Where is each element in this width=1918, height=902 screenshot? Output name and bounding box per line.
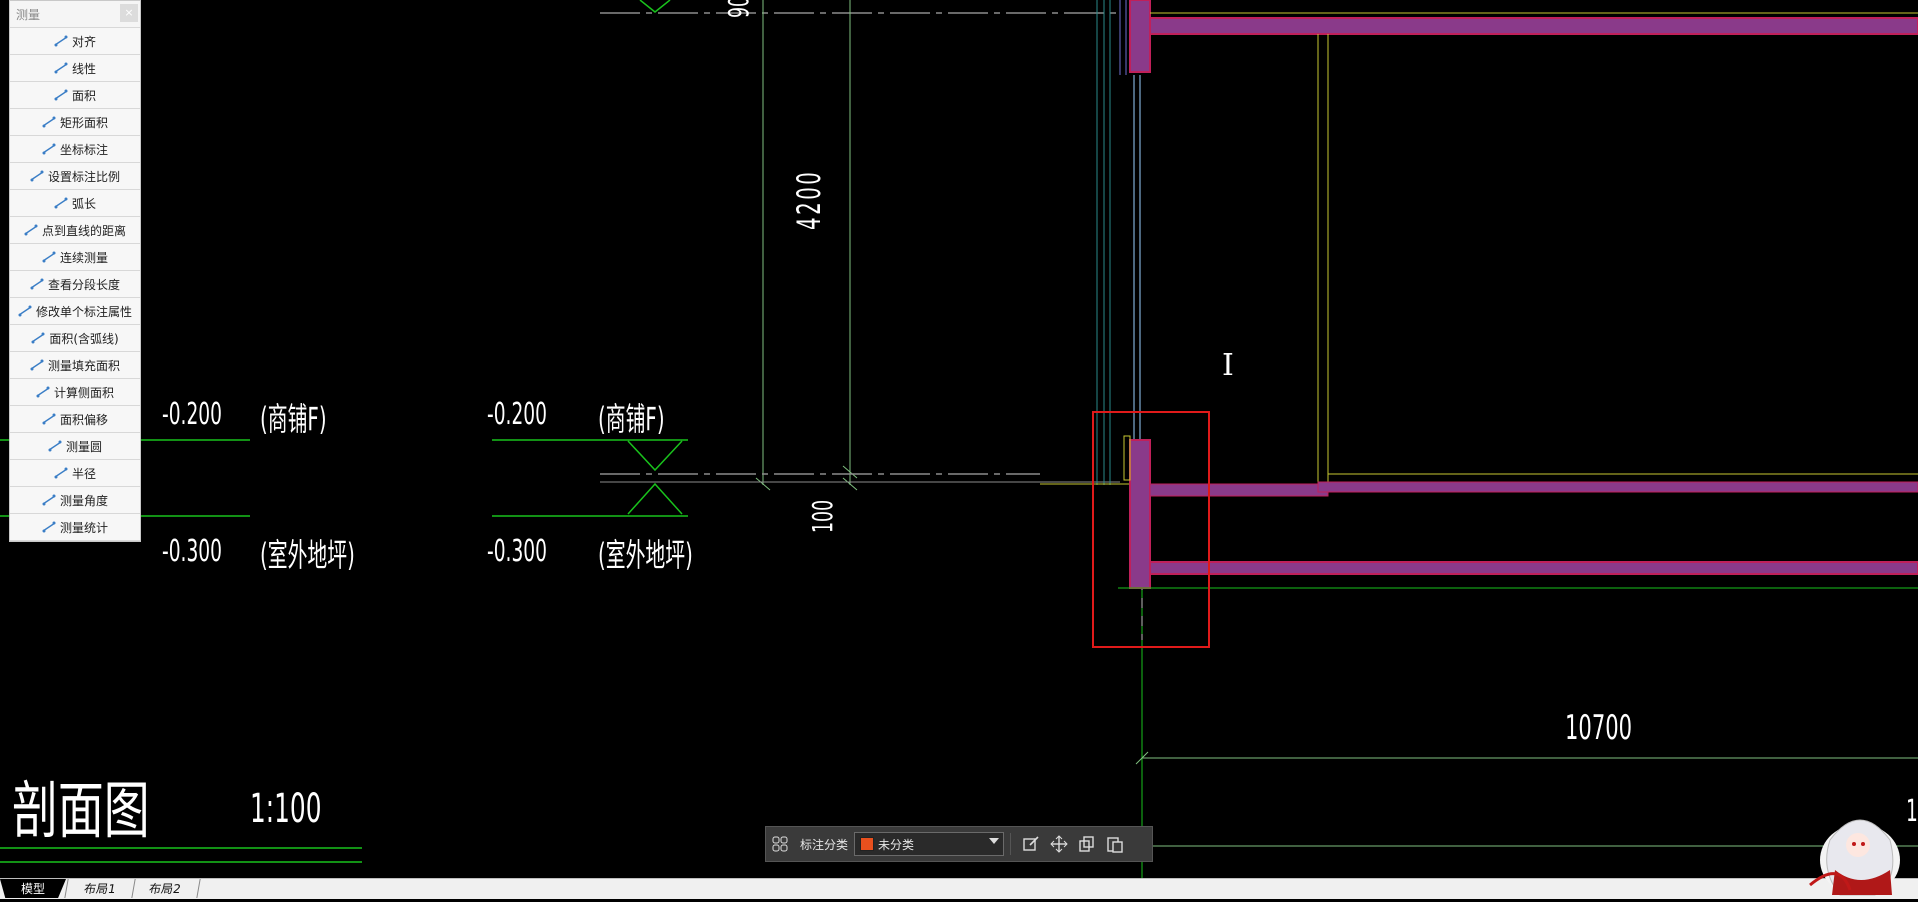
measure-tool-label: 坐标标注 bbox=[59, 142, 108, 157]
measure-tool-label: 设置标注比例 bbox=[47, 169, 120, 184]
measure-tool-item[interactable]: 连续测量 bbox=[10, 244, 140, 271]
aligned-dimension-icon bbox=[54, 35, 68, 47]
toolbar-divider bbox=[1010, 833, 1012, 855]
arc-length-icon bbox=[54, 197, 68, 209]
measure-tool-label: 弧长 bbox=[71, 196, 96, 211]
section-title: 剖面图 bbox=[12, 774, 150, 847]
measure-tool-label: 面积偏移 bbox=[59, 412, 108, 427]
elevation-note: (室外地坪) bbox=[598, 536, 693, 574]
close-icon[interactable]: × bbox=[120, 4, 138, 22]
fill-area-icon bbox=[30, 359, 44, 371]
layout-tab-bar: 模型 布局1 布局2 bbox=[0, 878, 1918, 899]
annotation-category-select[interactable]: 未分类 bbox=[854, 832, 1005, 856]
measure-tool-label: 线性 bbox=[71, 61, 96, 76]
panel-header: 测量 × bbox=[10, 1, 140, 28]
angle-icon bbox=[42, 494, 56, 506]
measure-tool-label: 对齐 bbox=[71, 34, 96, 49]
measure-tool-item[interactable]: 线性 bbox=[10, 55, 140, 82]
annotation-category-label: 标注分类 bbox=[800, 837, 849, 852]
measure-tool-item[interactable]: 对齐 bbox=[10, 28, 140, 55]
measure-tool-item[interactable]: 测量圆 bbox=[10, 433, 140, 460]
measure-tool-label: 面积 bbox=[71, 88, 96, 103]
panel-title: 测量 bbox=[16, 8, 41, 22]
measure-tool-item[interactable]: 面积 bbox=[10, 82, 140, 109]
measure-tool-label: 点到直线的距离 bbox=[41, 223, 126, 238]
coordinate-icon bbox=[42, 143, 56, 155]
measure-tool-label: 连续测量 bbox=[59, 250, 108, 265]
tab-layout2[interactable]: 布局2 bbox=[130, 879, 201, 898]
measure-tool-item[interactable]: 测量填充面积 bbox=[10, 352, 140, 379]
elevation-label: -0.200 bbox=[162, 397, 222, 432]
dimension-text-small: 100 bbox=[806, 499, 839, 533]
measure-tool-label: 面积(含弧线) bbox=[49, 331, 119, 346]
tab-layout1[interactable]: 布局1 bbox=[64, 879, 136, 898]
statistics-icon bbox=[42, 521, 56, 533]
move-icon[interactable] bbox=[1045, 830, 1073, 858]
measure-tool-item[interactable]: 矩形面积 bbox=[10, 109, 140, 136]
measure-tool-label: 测量圆 bbox=[65, 439, 102, 454]
section-scale: 1:100 bbox=[250, 786, 322, 832]
elevation-label: -0.300 bbox=[487, 534, 547, 569]
elevation-label: -0.200 bbox=[487, 397, 547, 432]
chevron-down-icon bbox=[989, 838, 1000, 844]
paste-icon[interactable] bbox=[1101, 830, 1129, 858]
tab-model[interactable]: 模型 bbox=[0, 879, 66, 898]
measure-tool-label: 查看分段长度 bbox=[47, 277, 120, 292]
measure-tool-item[interactable]: 测量统计 bbox=[10, 514, 140, 541]
category-color-swatch bbox=[860, 837, 875, 851]
measure-tool-item[interactable]: 弧长 bbox=[10, 190, 140, 217]
dimension-text-horizontal: 10700 bbox=[1565, 708, 1633, 748]
measure-panel: 测量 × 对齐线性面积矩形面积坐标标注设置标注比例 弧长点到直线的距离 连续测量查看… bbox=[9, 0, 141, 542]
area-icon bbox=[54, 89, 68, 101]
linear-dimension-icon bbox=[54, 62, 68, 74]
dimension-text-partial: 90 bbox=[722, 0, 755, 18]
measure-tool-list: 对齐线性面积矩形面积坐标标注设置标注比例 弧长点到直线的距离 连续测量查看分段长度修… bbox=[10, 28, 140, 541]
measure-tool-label: 计算侧面积 bbox=[53, 385, 114, 400]
measure-tool-label: 测量角度 bbox=[59, 493, 108, 508]
area-offset-icon bbox=[42, 413, 56, 425]
circle-icon bbox=[48, 440, 62, 452]
elevation-note: (商铺F) bbox=[598, 400, 665, 438]
measure-tool-item[interactable]: 查看分段长度 bbox=[10, 271, 140, 298]
edit-icon[interactable] bbox=[1017, 830, 1045, 858]
dimension-text-vertical: 4200 bbox=[790, 169, 828, 230]
measure-tool-item[interactable]: 计算侧面积 bbox=[10, 379, 140, 406]
text-cursor-icon: I bbox=[1222, 348, 1234, 383]
measure-tool-label: 修改单个标注属性 bbox=[35, 304, 132, 319]
measure-tool-item[interactable]: 点到直线的距离 bbox=[10, 217, 140, 244]
arc-area-icon bbox=[31, 332, 45, 344]
measure-tool-item[interactable]: 测量角度 bbox=[10, 487, 140, 514]
measure-tool-item[interactable]: 设置标注比例 bbox=[10, 163, 140, 190]
measure-tool-label: 矩形面积 bbox=[59, 115, 108, 130]
measure-tool-item[interactable]: 修改单个标注属性 bbox=[10, 298, 140, 325]
measure-tool-label: 测量统计 bbox=[59, 520, 108, 535]
drawing-canvas[interactable]: -0.200 (商铺F) -0.300 (室外地坪) -0.200 (商铺F) … bbox=[0, 0, 1918, 878]
annotation-toolbar: 标注分类 未分类 bbox=[765, 826, 1153, 862]
mascot-image[interactable] bbox=[1780, 800, 1918, 898]
measure-tool-label: 测量填充面积 bbox=[47, 358, 120, 373]
rectangle-area-icon bbox=[42, 116, 56, 128]
measure-tool-item[interactable]: 面积(含弧线) bbox=[10, 325, 140, 352]
segment-length-icon bbox=[30, 278, 44, 290]
continuous-measure-icon bbox=[42, 251, 56, 263]
copy-icon[interactable] bbox=[1073, 830, 1101, 858]
edit-dimension-icon bbox=[18, 305, 32, 317]
scale-icon bbox=[30, 170, 44, 182]
measure-tool-item[interactable]: 半径 bbox=[10, 460, 140, 487]
radius-icon bbox=[54, 467, 68, 479]
point-to-line-icon bbox=[24, 224, 38, 236]
measure-tool-label: 半径 bbox=[71, 466, 96, 481]
elevation-label: -0.300 bbox=[162, 534, 222, 569]
grid-icon[interactable] bbox=[766, 830, 794, 858]
elevation-note: (商铺F) bbox=[260, 400, 327, 438]
annotation-category-value: 未分类 bbox=[878, 837, 915, 852]
side-area-icon bbox=[36, 386, 50, 398]
elevation-note: (室外地坪) bbox=[260, 536, 355, 574]
measure-tool-item[interactable]: 坐标标注 bbox=[10, 136, 140, 163]
measure-tool-item[interactable]: 面积偏移 bbox=[10, 406, 140, 433]
